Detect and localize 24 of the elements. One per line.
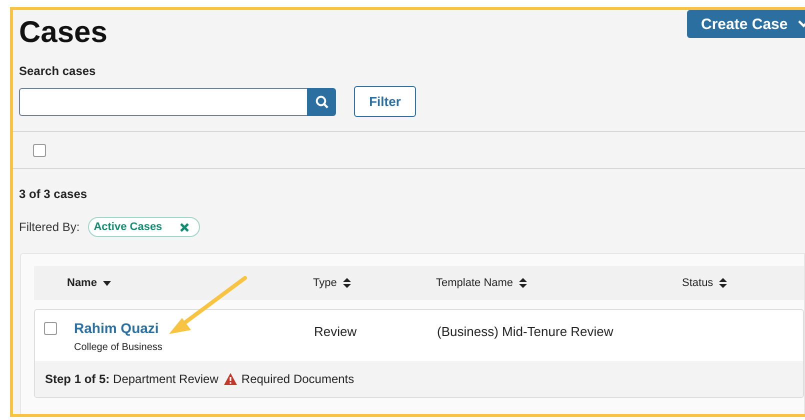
- step-text: Step 1 of 5: Department Review: [45, 372, 218, 386]
- table-cell-text: (Business) Mid-Tenure Review: [437, 323, 614, 339]
- results-count: 3 of 3 cases: [19, 187, 88, 201]
- warning-text: Required Documents: [241, 372, 354, 386]
- warning-icon: [224, 373, 238, 385]
- case-name-link[interactable]: Rahim Quazi: [74, 320, 159, 336]
- search-icon: [314, 94, 328, 108]
- search-button[interactable]: [307, 88, 336, 116]
- row-checkbox[interactable]: [44, 322, 57, 335]
- filter-button[interactable]: Filter: [354, 86, 416, 117]
- search-field[interactable]: [19, 88, 307, 116]
- column-header[interactable]: Template Name: [436, 277, 514, 289]
- page-title: Cases: [19, 16, 108, 50]
- column-header[interactable]: Type: [313, 277, 337, 289]
- case-subtitle: College of Business: [74, 342, 162, 353]
- column-header[interactable]: Status: [682, 277, 714, 289]
- select-all-checkbox[interactable]: [33, 144, 46, 156]
- create-case-button[interactable]: Create Case: [687, 10, 805, 38]
- search-label: Search cases: [19, 64, 97, 78]
- filter-label: Filtered By:: [19, 220, 80, 234]
- close-icon: [180, 222, 190, 232]
- filter-chip[interactable]: Active Cases: [88, 217, 200, 237]
- table-cell-text: Review: [314, 323, 358, 339]
- column-header[interactable]: Name: [67, 277, 97, 289]
